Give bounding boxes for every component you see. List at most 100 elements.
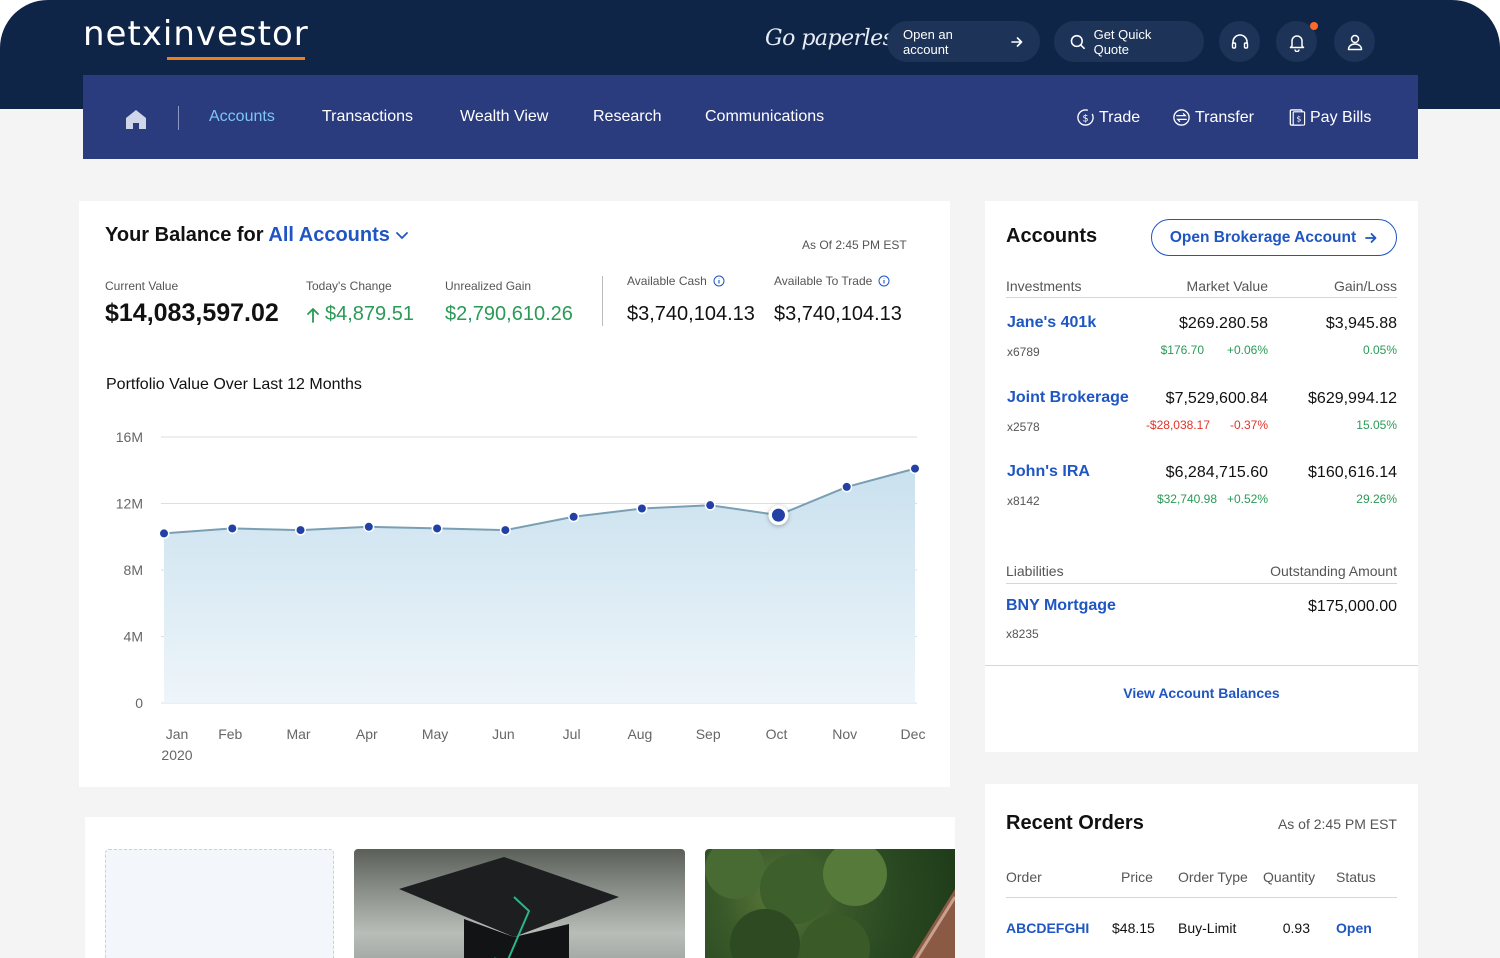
chart-point[interactable]: [706, 501, 715, 510]
chart-point[interactable]: [911, 464, 919, 473]
x-tick-label: Nov: [832, 726, 857, 742]
col-order-type: Order Type: [1178, 869, 1248, 885]
app-frame: netxinvestor Go paperless Open an accoun…: [0, 0, 1500, 958]
order-link[interactable]: ABCDEFGHI: [1006, 920, 1089, 936]
chevron-down-icon: [396, 232, 409, 240]
col-outstanding: Outstanding Amount: [1270, 563, 1397, 579]
chart-point[interactable]: [569, 512, 578, 521]
account-link-johns-ira[interactable]: John's IRA: [1007, 463, 1090, 481]
search-icon: [1070, 34, 1085, 49]
view-account-balances-link[interactable]: View Account Balances: [985, 685, 1418, 701]
support-button[interactable]: [1219, 21, 1260, 62]
liability-number: x8235: [1006, 627, 1039, 641]
unrealized-gain: $2,790,610.26: [445, 303, 573, 325]
transfer-label: Transfer: [1195, 108, 1254, 126]
trade-button[interactable]: $ Trade: [1076, 108, 1140, 127]
available-trade: $3,740,104.13: [774, 303, 902, 325]
headset-icon: [1231, 33, 1248, 49]
chart-point[interactable]: [228, 524, 237, 533]
market-value: $7,529,600.84: [1165, 390, 1268, 407]
x-tick-label: Apr: [356, 726, 378, 742]
outstanding-amount: $175,000.00: [1308, 598, 1397, 615]
go-paperless-link[interactable]: Go paperless: [765, 26, 905, 51]
gain-loss-pct: 15.05%: [1356, 418, 1397, 432]
all-accounts-dropdown[interactable]: All Accounts: [268, 224, 409, 246]
col-price: Price: [1121, 869, 1153, 885]
day-change-pct: -0.37%: [1229, 418, 1268, 432]
transfer-icon: [1173, 109, 1190, 126]
day-change-pct: +0.52%: [1226, 492, 1268, 506]
info-icon[interactable]: [878, 275, 890, 287]
y-tick-label: 4M: [124, 629, 143, 645]
col-market-value: Market Value: [1186, 278, 1268, 294]
account-link-joint-brokerage[interactable]: Joint Brokerage: [1007, 389, 1129, 407]
available-cash-label: Available Cash: [627, 274, 707, 288]
orders-as-of: As of 2:45 PM EST: [1277, 816, 1397, 832]
open-brokerage-label: Open Brokerage Account: [1169, 228, 1357, 246]
y-tick-label: 12M: [116, 496, 143, 512]
profile-button[interactable]: [1334, 21, 1375, 62]
nav-transactions[interactable]: Transactions: [322, 108, 413, 126]
promo-card: [85, 817, 955, 958]
open-account-button[interactable]: Open an account: [887, 21, 1040, 62]
accounts-footer-divider: [985, 665, 1418, 666]
order-quantity: 0.93: [1282, 920, 1310, 936]
account-number: x6789: [1007, 345, 1040, 359]
chart-point[interactable]: [771, 508, 785, 522]
available-trade-label: Available To Trade: [774, 274, 873, 288]
chart-point[interactable]: [160, 529, 168, 538]
quick-quote-button[interactable]: Get Quick Quote: [1054, 21, 1204, 62]
promo-placeholder[interactable]: [105, 849, 334, 958]
user-icon: [1347, 34, 1362, 50]
chart-point[interactable]: [501, 526, 510, 535]
account-link-janes-401k[interactable]: Jane's 401k: [1007, 314, 1096, 332]
pay-bills-button[interactable]: $ Pay Bills: [1288, 108, 1371, 127]
chart-point[interactable]: [364, 522, 373, 531]
investments-divider: [1006, 297, 1397, 298]
chart-x-axis: Jan Feb Mar Apr May Jun Jul Aug Sep Oct Nov Dec 2020: [161, 726, 925, 763]
liabilities-divider: [1006, 583, 1397, 584]
nav-wealth-view[interactable]: Wealth View: [460, 108, 548, 126]
main-nav: Accounts Transactions Wealth View Resear…: [83, 75, 1418, 159]
recent-orders-title: Recent Orders: [1006, 812, 1144, 834]
nav-accounts[interactable]: Accounts: [209, 108, 275, 126]
netxinvestor-logo[interactable]: netxinvestor: [83, 14, 309, 54]
nav-communications[interactable]: Communications: [705, 108, 824, 126]
transfer-button[interactable]: Transfer: [1172, 108, 1254, 127]
x-tick-label: May: [422, 726, 448, 742]
home-icon: [126, 110, 146, 129]
current-value-label: Current Value: [105, 279, 179, 293]
open-brokerage-button[interactable]: Open Brokerage Account: [1151, 219, 1397, 256]
bill-icon: $: [1289, 109, 1306, 126]
nav-research[interactable]: Research: [593, 108, 661, 126]
chart-point[interactable]: [296, 526, 305, 535]
chart-point[interactable]: [433, 524, 442, 533]
y-tick-label: 0: [135, 695, 143, 711]
x-tick-label: Jun: [492, 726, 515, 742]
x-tick-label: Dec: [901, 726, 926, 742]
account-number: x8142: [1007, 494, 1040, 508]
chart-point[interactable]: [637, 504, 646, 513]
arrow-right-icon: [1011, 36, 1023, 47]
balance-as-of: As Of 2:45 PM EST: [802, 238, 907, 252]
balance-title-prefix: Your Balance for: [105, 224, 264, 246]
liability-link-bny-mortgage[interactable]: BNY Mortgage: [1006, 597, 1116, 615]
order-status[interactable]: Open: [1336, 920, 1372, 936]
forest-image[interactable]: [705, 849, 955, 958]
open-account-label: Open an account: [903, 26, 953, 57]
trade-label: Trade: [1099, 108, 1141, 126]
svg-text:$: $: [1082, 113, 1088, 124]
balance-title: Your Balance for All Accounts: [105, 224, 409, 247]
balance-card: Your Balance for All Accounts As Of 2:45…: [79, 201, 950, 787]
x-tick-label: Jan: [166, 726, 189, 742]
home-button[interactable]: [124, 108, 148, 135]
info-icon[interactable]: [713, 275, 725, 287]
arrow-up-icon: [307, 307, 319, 323]
todays-change: $4,879.51: [325, 303, 414, 325]
account-number: x2578: [1007, 420, 1040, 434]
gain-loss: $629,994.12: [1308, 390, 1397, 407]
nav-divider: [178, 106, 179, 130]
graduation-cap-image[interactable]: [354, 849, 685, 958]
col-status: Status: [1336, 869, 1376, 885]
chart-point[interactable]: [842, 482, 851, 491]
